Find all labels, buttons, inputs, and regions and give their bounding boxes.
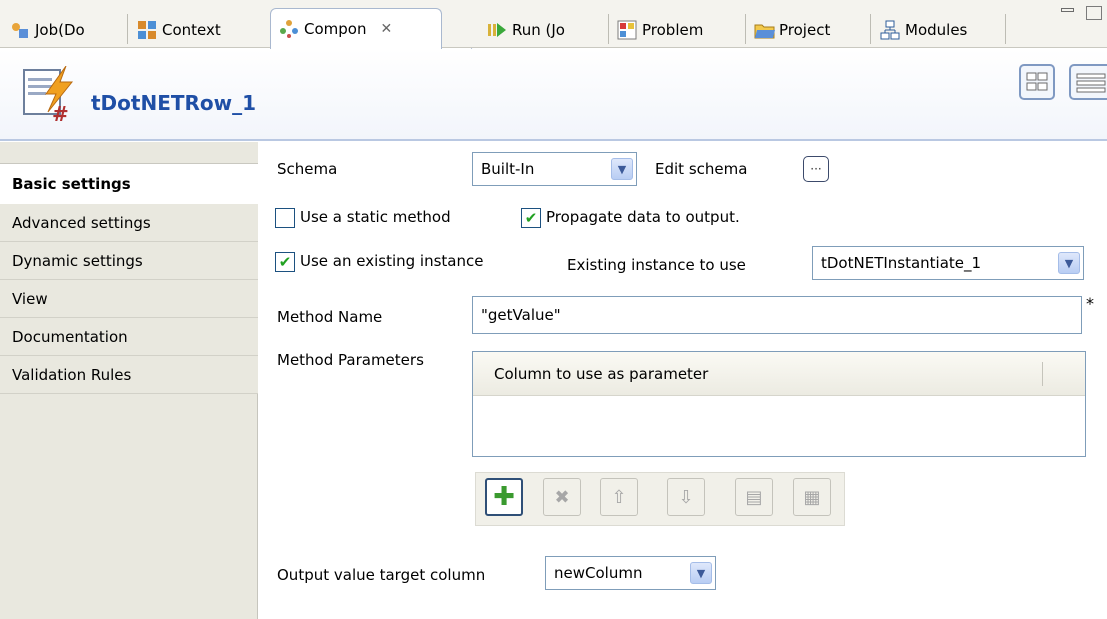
edit-schema-label: Edit schema [655, 160, 748, 178]
tab-run-label: Run (Jo [512, 21, 565, 39]
tab-component-label: Compon [304, 20, 367, 38]
sidebar-item-validation-rules[interactable]: Validation Rules [0, 356, 258, 394]
sidebar-item-label: Validation Rules [12, 365, 132, 384]
instance-to-use-select[interactable]: tDotNETInstantiate_1 ▼ [812, 246, 1084, 280]
tab-modules-label: Modules [905, 21, 968, 39]
tab-problems[interactable]: Problem [617, 12, 703, 48]
tab-context[interactable]: Context [137, 12, 221, 48]
sidebar-item-label: Basic settings [12, 174, 131, 193]
existing-instance-label: Use an existing instance [300, 252, 484, 270]
component-title-banner: # tDotNETRow_1 [0, 49, 1107, 141]
propagate-data-checkbox[interactable]: ✔ [521, 208, 541, 228]
sidebar-item-label: Dynamic settings [12, 251, 143, 270]
method-parameters-table[interactable]: Column to use as parameter [472, 351, 1086, 457]
schema-label: Schema [277, 160, 338, 178]
table-toolbar [475, 472, 845, 526]
propagate-data-label: Propagate data to output. [546, 208, 740, 226]
close-icon[interactable]: ✕ [380, 21, 392, 37]
job-icon [10, 20, 30, 40]
instance-to-use-label: Existing instance to use [567, 256, 746, 274]
tab-context-label: Context [162, 21, 221, 39]
sidebar-item-label: View [12, 289, 48, 308]
copy-button[interactable]: ▤ [735, 478, 773, 516]
problem-icon [617, 20, 637, 40]
sidebar-item-documentation[interactable]: Documentation [0, 318, 258, 356]
tab-problems-label: Problem [642, 21, 704, 39]
dotnet-component-icon: # [22, 65, 78, 126]
static-method-checkbox[interactable] [275, 208, 295, 228]
sidebar-item-advanced-settings[interactable]: Advanced settings [0, 204, 258, 242]
method-parameters-label: Method Parameters [277, 351, 424, 369]
run-icon [487, 20, 507, 40]
add-row-button[interactable]: ✚ [485, 478, 523, 516]
tab-project-label: Project [779, 21, 831, 39]
project-icon [754, 20, 775, 40]
chevron-down-icon[interactable]: ▼ [611, 158, 633, 180]
schema-select-value: Built-In [481, 160, 535, 178]
method-name-label: Method Name [277, 308, 383, 326]
paste-button[interactable]: ▦ [793, 478, 831, 516]
tab-component[interactable]: Compon ✕ [270, 8, 442, 49]
modules-icon [880, 20, 900, 40]
list-view-button[interactable] [1069, 64, 1107, 100]
tab-modules[interactable]: Modules [880, 12, 967, 48]
method-name-value: "getValue" [481, 306, 561, 324]
component-icon [279, 19, 299, 39]
instance-to-use-value: tDotNETInstantiate_1 [821, 254, 982, 272]
method-name-input[interactable]: "getValue" [472, 296, 1082, 334]
remove-row-button[interactable]: ✖ [543, 478, 581, 516]
component-title: tDotNETRow_1 [91, 91, 257, 115]
minimize-icon[interactable] [1061, 8, 1074, 12]
sidebar-item-basic-settings[interactable]: Basic settings [0, 164, 258, 204]
move-up-button[interactable]: ⇧ [600, 478, 638, 516]
edit-schema-button[interactable]: ··· [803, 156, 829, 182]
static-method-label: Use a static method [300, 208, 451, 226]
sidebar-item-view[interactable]: View [0, 280, 258, 318]
existing-instance-checkbox[interactable]: ✔ [275, 252, 295, 272]
svg-text:#: # [52, 102, 69, 124]
sidebar-item-label: Advanced settings [12, 213, 151, 232]
maximize-icon[interactable] [1086, 6, 1102, 20]
chevron-down-icon[interactable]: ▼ [690, 562, 712, 584]
output-target-value: newColumn [554, 564, 643, 582]
table-header: Column to use as parameter [473, 352, 1085, 396]
column-header-parameter[interactable]: Column to use as parameter [494, 365, 708, 383]
required-marker: * [1086, 294, 1094, 313]
sidebar-item-label: Documentation [12, 327, 128, 346]
output-target-label: Output value target column [277, 566, 486, 584]
grid-view-button[interactable] [1019, 64, 1055, 100]
sidebar-top-bevel [0, 142, 258, 164]
tab-job-label: Job(Do [35, 21, 85, 39]
schema-select[interactable]: Built-In ▼ [472, 152, 637, 186]
tab-project[interactable]: Project [754, 12, 830, 48]
context-icon [137, 20, 157, 40]
view-tab-bar: Job(Do Context Compon ✕ Run (Jo Problem … [0, 0, 1107, 49]
tab-run[interactable]: Run (Jo [487, 12, 565, 48]
output-target-select[interactable]: newColumn ▼ [545, 556, 716, 590]
chevron-down-icon[interactable]: ▼ [1058, 252, 1080, 274]
sidebar-item-dynamic-settings[interactable]: Dynamic settings [0, 242, 258, 280]
tab-job[interactable]: Job(Do [10, 12, 85, 48]
settings-sidebar: Basic settings Advanced settings Dynamic… [0, 142, 258, 619]
move-down-button[interactable]: ⇩ [667, 478, 705, 516]
